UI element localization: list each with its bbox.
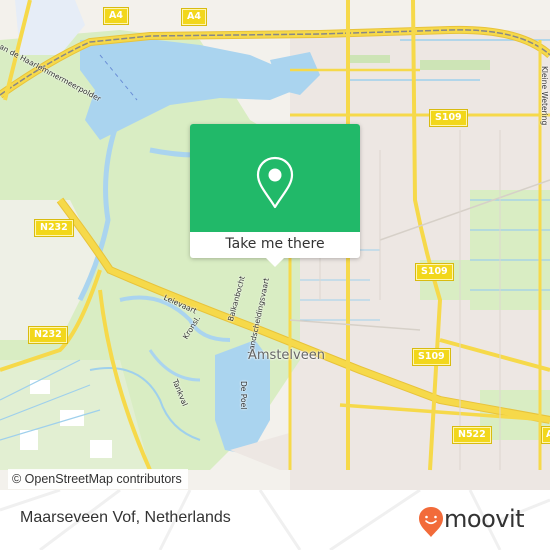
map-attribution[interactable]: © OpenStreetMap contributors [8, 469, 188, 489]
popup-header[interactable] [190, 124, 360, 232]
map-view[interactable]: A4 A4 S109 N232 N232 S109 S109 N522 A an… [0, 0, 550, 550]
road-shield-s109: S109 [413, 349, 450, 365]
popup-pointer [265, 257, 285, 267]
road-shield-s109: S109 [430, 110, 467, 126]
road-shield-a: A [542, 427, 550, 443]
road-shield-a4: A4 [182, 9, 206, 25]
green-strip [350, 55, 390, 63]
map-pin-icon [256, 156, 294, 209]
road-shield-n232: N232 [35, 220, 73, 236]
street-label: Kleine Wetering [540, 66, 549, 126]
road-shield-n232: N232 [29, 327, 67, 343]
field [30, 380, 50, 394]
take-me-there-button[interactable]: Take me there [190, 232, 360, 258]
destination-popup[interactable]: Take me there [190, 124, 360, 267]
footer-bar: Maarseveen Vof, Netherlands moovit [0, 490, 550, 550]
road-shield-n522: N522 [453, 427, 491, 443]
moovit-wordmark: moovit [444, 505, 525, 533]
moovit-pin-icon [419, 507, 443, 537]
place-name: Maarseveen Vof, Netherlands [20, 509, 231, 526]
map-canvas[interactable] [0, 0, 550, 550]
street-label: De Poel [239, 381, 248, 410]
city-label-amstelveen: Amstelveen [248, 348, 325, 363]
moovit-logo[interactable]: moovit [418, 504, 538, 538]
green-strip [420, 60, 490, 70]
road-shield-s109: S109 [416, 264, 453, 280]
field [90, 440, 112, 458]
green-area-east [470, 190, 550, 310]
road-shield-a4: A4 [104, 8, 128, 24]
